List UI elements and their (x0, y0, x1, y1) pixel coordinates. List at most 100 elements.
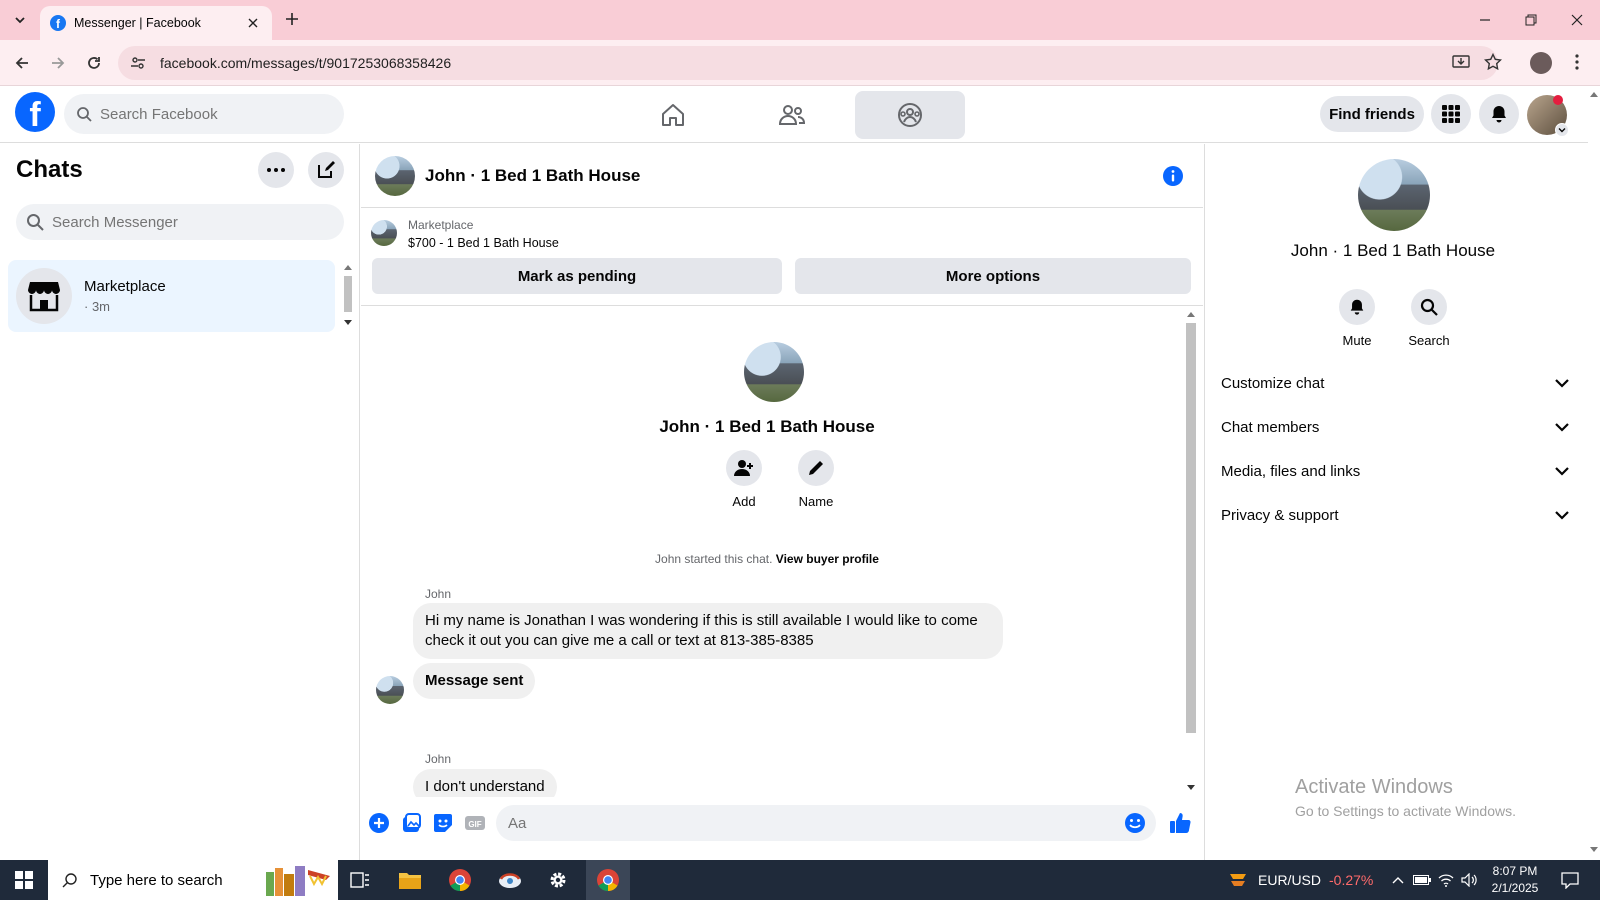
minimize-window-icon[interactable] (1473, 8, 1497, 32)
conversation-title[interactable]: John · 1 Bed 1 Bath House (425, 166, 640, 186)
account-chevron-icon (1555, 123, 1569, 137)
scroll-down-arrow-icon[interactable] (1186, 783, 1196, 793)
scroll-down-arrow-icon[interactable] (1589, 845, 1599, 855)
close-tab-icon[interactable] (244, 14, 262, 32)
new-message-button[interactable] (308, 152, 344, 188)
currency-ticker[interactable]: EUR/USD -0.27% (1228, 860, 1373, 900)
reload-icon[interactable] (82, 51, 106, 75)
message-bubble[interactable]: Hi my name is Jonathan I was wondering i… (413, 603, 1003, 659)
chrome-active-taskbar-icon[interactable] (586, 860, 630, 900)
conversation-avatar[interactable] (375, 156, 415, 196)
message-bubble[interactable]: I don't understand (413, 769, 557, 797)
chat-members-section[interactable]: Chat members (1221, 407, 1569, 447)
site-settings-icon[interactable] (128, 53, 148, 73)
view-buyer-profile-link[interactable]: View buyer profile (776, 552, 879, 566)
volume-icon[interactable] (1456, 866, 1484, 894)
mark-as-pending-button[interactable]: Mark as pending (372, 258, 782, 294)
scrollbar-thumb[interactable] (1186, 323, 1196, 733)
name-chat-action[interactable]: Name (786, 450, 846, 509)
emoji-icon[interactable] (1124, 812, 1146, 834)
scroll-up-arrow-icon[interactable] (1589, 89, 1599, 99)
nav-groups-tab[interactable] (855, 91, 965, 139)
chat-name: Marketplace (84, 278, 166, 295)
chats-options-button[interactable] (258, 152, 294, 188)
message-input[interactable] (508, 814, 1108, 832)
close-window-icon[interactable] (1565, 8, 1589, 32)
account-avatar[interactable] (1527, 95, 1569, 137)
taskbar-search[interactable]: Type here to search (48, 860, 338, 900)
chats-heading: Chats (16, 156, 83, 183)
details-avatar[interactable] (1358, 159, 1430, 231)
scroll-down-arrow-icon[interactable] (343, 318, 353, 328)
marketplace-avatar (16, 268, 72, 324)
sticker-icon[interactable] (431, 811, 455, 835)
find-friends-button[interactable]: Find friends (1320, 96, 1424, 132)
activate-windows-watermark: Activate Windows Go to Settings to activ… (1295, 776, 1516, 819)
listing-title[interactable]: $700 - 1 Bed 1 Bath House (408, 236, 559, 250)
file-explorer-icon[interactable] (396, 866, 424, 894)
install-app-icon[interactable] (1450, 51, 1472, 73)
windows-start-icon[interactable] (14, 870, 34, 890)
chat-started-text: John started this chat. (655, 552, 773, 566)
scroll-up-arrow-icon[interactable] (343, 262, 353, 272)
conversation-panel: John · 1 Bed 1 Bath House Marketplace $7… (361, 144, 1203, 860)
grid-menu-icon (1441, 104, 1461, 124)
browser-tab-messenger[interactable]: f Messenger | Facebook (40, 6, 272, 40)
mute-action[interactable]: Mute (1327, 289, 1387, 348)
thread-scrollbar[interactable] (1184, 307, 1198, 797)
marketplace-label: Marketplace (408, 218, 474, 232)
chat-list-scrollbar[interactable] (342, 260, 354, 332)
message-bubble[interactable]: Message sent (413, 663, 536, 699)
back-arrow-icon[interactable] (10, 51, 34, 75)
app-taskbar-icon[interactable] (496, 866, 524, 894)
facebook-logo-icon[interactable]: f (15, 92, 55, 132)
search-in-chat-action[interactable]: Search (1399, 289, 1459, 348)
listing-thumbnail[interactable] (371, 220, 397, 246)
task-view-icon[interactable] (346, 866, 374, 894)
nav-home-tab[interactable] (618, 91, 728, 139)
system-clock[interactable]: 8:07 PM 2/1/2025 (1485, 863, 1545, 897)
messenger-search-input[interactable] (52, 213, 312, 231)
more-options-button[interactable]: More options (795, 258, 1191, 294)
messenger-search[interactable] (16, 204, 344, 240)
scroll-up-arrow-icon[interactable] (1186, 309, 1196, 319)
browser-profile-avatar[interactable] (1530, 52, 1552, 74)
add-people-action[interactable]: Add (714, 450, 774, 509)
address-bar[interactable]: facebook.com/messages/t/9017253068358426 (118, 46, 1498, 80)
watermark-subtitle: Go to Settings to activate Windows. (1295, 803, 1516, 819)
thumbs-up-like-icon[interactable] (1168, 811, 1192, 835)
page-scrollbar[interactable] (1588, 87, 1600, 860)
settings-gear-icon[interactable] (544, 866, 572, 894)
message-composer: GIF (361, 797, 1203, 849)
scrollbar-thumb[interactable] (344, 276, 352, 312)
menu-grid-button[interactable] (1431, 94, 1471, 134)
plus-circle-icon[interactable] (367, 811, 391, 835)
chrome-taskbar-icon[interactable] (446, 866, 474, 894)
chat-list-item[interactable]: Marketplace · 3m (8, 260, 335, 332)
customize-chat-section[interactable]: Customize chat (1221, 363, 1569, 403)
bookmark-star-icon[interactable] (1482, 51, 1504, 73)
forward-arrow-icon[interactable] (46, 51, 70, 75)
action-center-icon[interactable] (1556, 866, 1584, 894)
sender-avatar[interactable] (376, 676, 404, 704)
compose-icon (316, 160, 336, 180)
add-action-label: Add (732, 494, 756, 509)
media-files-links-section[interactable]: Media, files and links (1221, 451, 1569, 491)
message-input-box[interactable] (496, 805, 1156, 841)
new-tab-plus-icon[interactable] (282, 9, 302, 29)
photo-attach-icon[interactable] (399, 811, 423, 835)
nav-friends-tab[interactable] (737, 91, 847, 139)
notifications-button[interactable] (1479, 94, 1519, 134)
privacy-support-section[interactable]: Privacy & support (1221, 495, 1569, 535)
conversation-header: John · 1 Bed 1 Bath House (361, 144, 1203, 208)
info-icon[interactable] (1161, 164, 1185, 188)
gif-icon[interactable]: GIF (463, 811, 487, 835)
groups-icon (896, 101, 924, 129)
facebook-search[interactable] (64, 94, 344, 134)
tab-search-chevron-icon[interactable] (8, 8, 32, 32)
restore-window-icon[interactable] (1519, 8, 1543, 32)
facebook-search-input[interactable] (100, 105, 320, 123)
browser-menu-icon[interactable] (1566, 51, 1588, 73)
message-sender: John (425, 752, 452, 766)
section-label: Chat members (1221, 418, 1320, 436)
